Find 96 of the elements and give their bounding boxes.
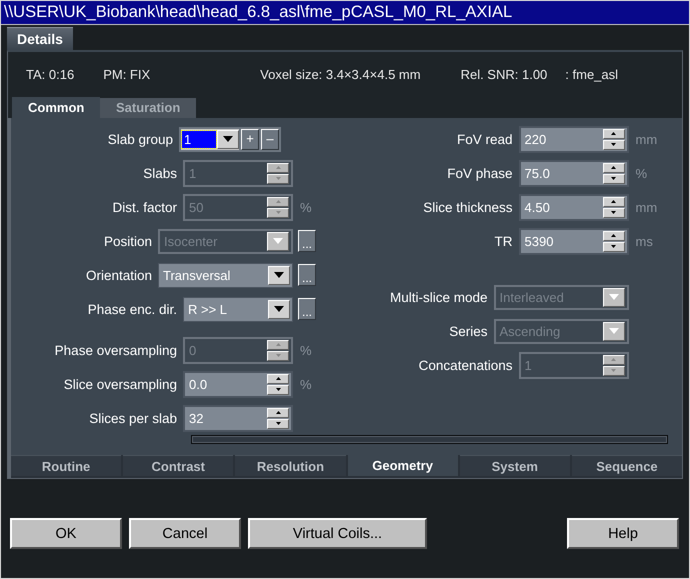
spin-box[interactable]: 5390 (518, 228, 628, 254)
spin-down-button[interactable] (267, 384, 289, 394)
unit-label: mm (636, 132, 658, 146)
spin-up-button[interactable] (602, 162, 624, 172)
caret-icon (274, 272, 284, 278)
spin-down-button[interactable] (602, 208, 624, 218)
field-label: Slices per slab (89, 410, 177, 426)
spin-down-button[interactable] (602, 140, 624, 150)
dropdown[interactable]: Transversal (158, 262, 293, 288)
caret-icon (608, 328, 618, 334)
caret-icon (274, 306, 284, 312)
spin-up-button[interactable] (602, 196, 624, 206)
down-triangle-icon (276, 177, 280, 180)
down-triangle-icon (276, 211, 280, 214)
ellipsis-button[interactable]: ... (298, 298, 316, 320)
info-text: TA: 0:16 (26, 66, 74, 82)
field-label: Slice oversampling (64, 376, 177, 392)
unit-label: % (300, 200, 312, 214)
dropdown[interactable]: R >> L (183, 296, 293, 322)
up-triangle-icon (611, 200, 616, 203)
spin-box[interactable]: 0.0 (183, 370, 293, 398)
field-label: Orientation (86, 268, 152, 282)
down-triangle-icon (611, 177, 616, 180)
field-label: Dist. factor (112, 200, 177, 214)
spin-box[interactable]: 75.0 (518, 160, 628, 186)
up-triangle-icon (276, 200, 280, 203)
info-text: Rel. SNR: 1.00 (460, 66, 548, 82)
down-triangle-icon (611, 143, 616, 146)
unit-label: % (300, 342, 312, 358)
spin-box[interactable]: 4.50 (518, 194, 628, 220)
down-triangle-icon (276, 422, 280, 425)
up-triangle-icon (276, 166, 280, 169)
spin-down-button[interactable] (602, 242, 624, 252)
tab[interactable]: Resolution (235, 455, 346, 476)
up-triangle-icon (276, 411, 280, 414)
caret-icon (223, 136, 233, 142)
unit-label: ms (636, 234, 653, 248)
up-triangle-icon (276, 343, 280, 346)
spin-up-button[interactable] (602, 128, 624, 138)
dialog-button[interactable]: Help (567, 518, 679, 549)
dropdown-button[interactable] (217, 130, 239, 148)
caret-icon (273, 238, 283, 244)
field-label: Multi-slice mode (390, 290, 488, 304)
small-button[interactable]: – (261, 128, 279, 150)
dialog-button[interactable]: Cancel (129, 518, 241, 549)
down-triangle-icon (611, 211, 616, 214)
up-triangle-icon (611, 132, 616, 135)
field-label: Phase oversampling (54, 342, 177, 358)
dropdown-button[interactable] (268, 300, 290, 318)
tab[interactable]: Details (7, 27, 73, 50)
dialog-button[interactable]: Virtual Coils... (248, 518, 427, 549)
tab[interactable]: Common (12, 97, 100, 118)
tab[interactable]: Routine (11, 455, 122, 476)
ellipsis-button[interactable]: ... (298, 264, 316, 286)
field-label: FoV read (456, 132, 512, 146)
field-label: Slice thickness (423, 200, 512, 214)
spin-down-button[interactable] (267, 418, 289, 428)
field-label: Series (449, 324, 488, 338)
up-triangle-icon (611, 234, 616, 237)
field-label: FoV phase (447, 166, 512, 180)
unit-label: % (636, 166, 648, 180)
tab[interactable]: Geometry (348, 455, 458, 476)
field-label: Concatenations (418, 358, 512, 372)
up-triangle-icon (611, 358, 616, 361)
small-button[interactable]: + (241, 128, 259, 150)
spin-up-button[interactable] (267, 408, 289, 418)
field-label: Phase enc. dir. (88, 302, 177, 316)
tab[interactable]: Contrast (123, 455, 234, 476)
unit-label: mm (636, 200, 658, 214)
field-label: Position (104, 234, 152, 248)
field-label: Slabs (143, 166, 177, 180)
down-triangle-icon (276, 388, 280, 391)
spin-up-button[interactable] (602, 230, 624, 240)
info-text: : fme_asl (565, 66, 618, 82)
spin-box[interactable]: 32 (183, 404, 293, 432)
down-triangle-icon (611, 245, 616, 248)
unit-label: % (300, 376, 312, 392)
field-label: TR (494, 234, 512, 248)
dropdown[interactable]: 1 (181, 128, 239, 150)
window-title: \\USER\UK_Biobank\head\head_6.8_asl\fme_pCASL_M0_RL_AXIAL (1, 1, 689, 25)
up-triangle-icon (611, 166, 616, 169)
spin-up-button[interactable] (267, 374, 289, 384)
info-text: PM: FIX (103, 66, 150, 82)
tab[interactable]: Sequence (572, 455, 682, 476)
spin-down-button[interactable] (602, 174, 624, 184)
info-text: Voxel size: 3.4×3.4×4.5 mm (260, 66, 421, 82)
tab[interactable]: System (460, 455, 570, 476)
field-label: Slab group (108, 132, 173, 146)
dialog-button[interactable]: OK (10, 518, 122, 549)
spin-box[interactable]: 220 (518, 126, 628, 152)
down-triangle-icon (276, 354, 280, 357)
down-triangle-icon (611, 369, 616, 372)
tab[interactable]: Saturation (100, 98, 196, 118)
caret-icon (608, 294, 618, 300)
up-triangle-icon (276, 377, 280, 380)
dropdown-button[interactable] (268, 266, 290, 284)
